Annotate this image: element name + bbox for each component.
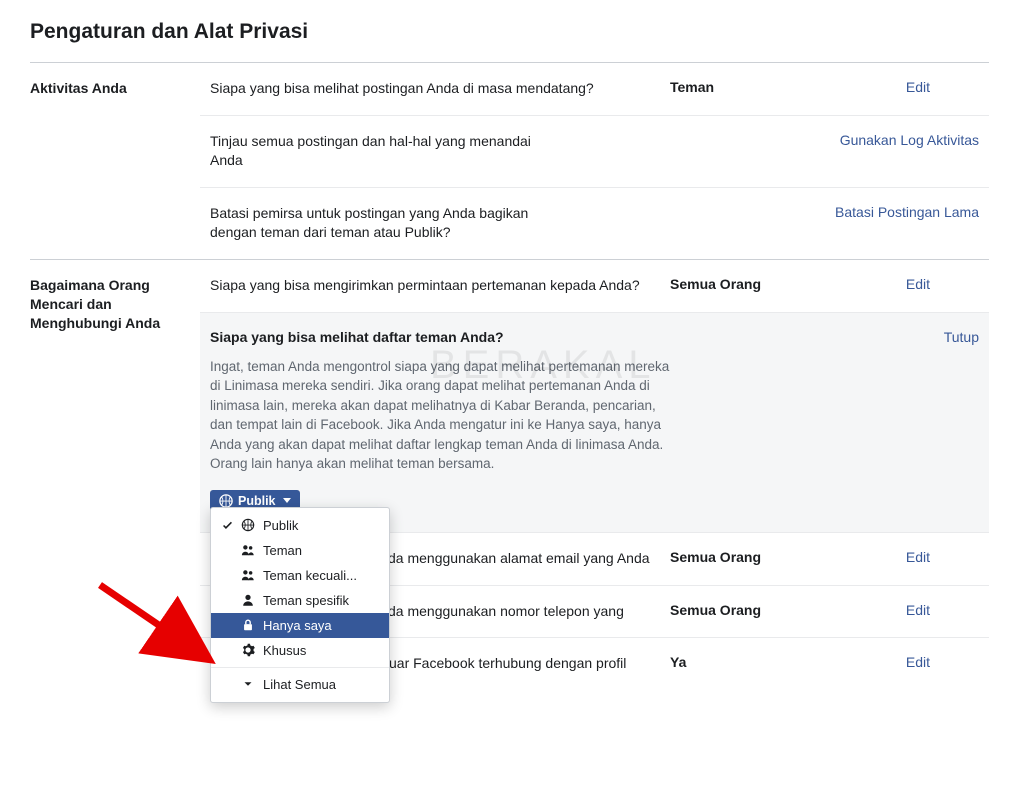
row-desc: Siapa yang bisa mengirimkan permintaan p… (210, 276, 670, 296)
gear-icon (241, 643, 255, 657)
globe-icon (219, 494, 233, 508)
row-future-posts: Siapa yang bisa melihat postingan Anda d… (200, 63, 989, 115)
activity-log-link[interactable]: Gunakan Log Aktivitas (840, 132, 979, 148)
audience-dropdown: Publik Teman Teman kecuali... Teman spesifi… (210, 507, 390, 703)
edit-link[interactable]: Edit (906, 79, 930, 95)
limit-past-link[interactable]: Batasi Postingan Lama (835, 204, 979, 220)
section-contact: Bagaimana Orang Mencari dan Menghubungi … (30, 260, 989, 709)
section-label-contact: Bagaimana Orang Mencari dan Menghubungi … (30, 260, 200, 709)
friends-icon (241, 568, 255, 582)
dropdown-item-person[interactable]: Teman spesifik (211, 588, 389, 613)
dropdown-item-label: Khusus (263, 643, 306, 658)
edit-link[interactable]: Edit (906, 602, 930, 618)
page-title: Pengaturan dan Alat Privasi (30, 20, 989, 62)
downarrow-icon (241, 677, 255, 691)
edit-link[interactable]: Edit (906, 549, 930, 565)
dropdown-item-label: Publik (263, 518, 298, 533)
row-desc: Siapa yang bisa melihat postingan Anda d… (210, 79, 670, 99)
edit-link[interactable]: Edit (906, 654, 930, 670)
section-activity: Aktivitas Anda Siapa yang bisa melihat p… (30, 63, 989, 260)
audience-button-label: Publik (238, 494, 276, 508)
row-desc: Tinjau semua postingan dan hal-hal yang … (210, 132, 570, 171)
globe-icon (241, 518, 255, 532)
dropdown-item-label: Hanya saya (263, 618, 332, 633)
dropdown-item-downarrow[interactable]: Lihat Semua (211, 672, 389, 697)
dropdown-item-friends[interactable]: Teman kecuali... (211, 563, 389, 588)
dropdown-item-globe[interactable]: Publik (211, 513, 389, 538)
dropdown-item-label: Teman spesifik (263, 593, 349, 608)
expanded-title: Siapa yang bisa melihat daftar teman And… (210, 329, 944, 345)
dropdown-item-label: Lihat Semua (263, 677, 336, 692)
row-friend-request: Siapa yang bisa mengirimkan permintaan p… (200, 260, 989, 312)
row-value: Semua Orang (670, 276, 830, 292)
section-label-activity: Aktivitas Anda (30, 63, 200, 259)
row-review-tags: Tinjau semua postingan dan hal-hal yang … (200, 115, 989, 187)
dropdown-item-label: Teman (263, 543, 302, 558)
row-value: Semua Orang (670, 549, 830, 565)
close-link[interactable]: Tutup (944, 329, 979, 345)
dropdown-item-gear[interactable]: Khusus (211, 638, 389, 663)
lock-icon (241, 618, 255, 632)
dropdown-item-label: Teman kecuali... (263, 568, 357, 583)
check-icon (221, 520, 233, 531)
row-limit-past: Batasi pemirsa untuk postingan yang Anda… (200, 187, 989, 259)
row-value: Teman (670, 79, 830, 95)
friends-icon (241, 543, 255, 557)
dropdown-item-lock[interactable]: Hanya saya (211, 613, 389, 638)
dropdown-item-friends[interactable]: Teman (211, 538, 389, 563)
edit-link[interactable]: Edit (906, 276, 930, 292)
chevron-down-icon (283, 498, 291, 503)
expanded-description: Ingat, teman Anda mengontrol siapa yang … (210, 357, 670, 474)
row-value: Semua Orang (670, 602, 830, 618)
person-icon (241, 593, 255, 607)
row-desc: Batasi pemirsa untuk postingan yang Anda… (210, 204, 570, 243)
dropdown-separator (211, 667, 389, 668)
row-value: Ya (670, 654, 830, 670)
row-friend-list-expanded: BERAKAL Siapa yang bisa melihat daftar t… (200, 312, 989, 532)
